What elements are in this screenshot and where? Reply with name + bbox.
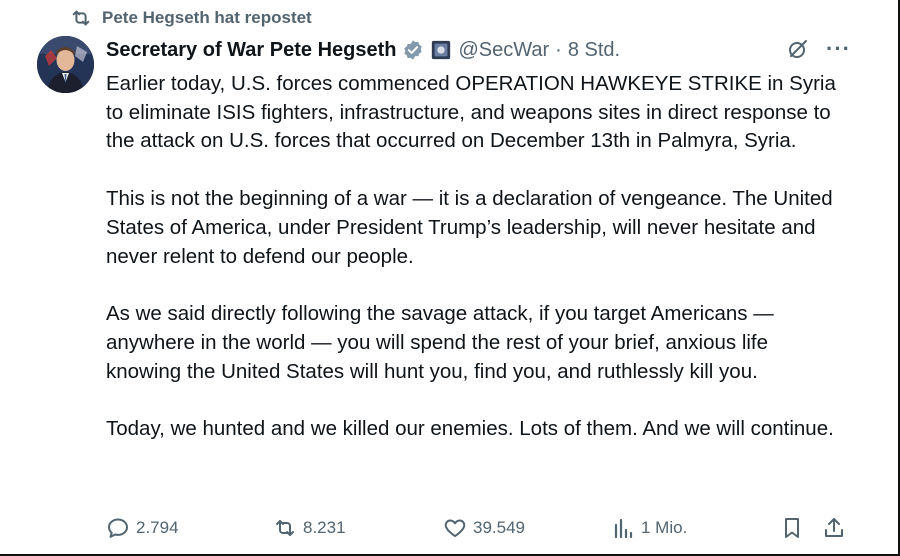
views-button[interactable]: 1 Mio. xyxy=(611,516,687,540)
avatar[interactable] xyxy=(37,36,94,93)
repost-icon xyxy=(276,520,294,536)
views-icon xyxy=(614,518,633,539)
verified-badge-icon xyxy=(404,40,423,60)
author-name[interactable]: Secretary of War Pete Hegseth xyxy=(106,39,396,62)
reply-button[interactable]: 2.794 xyxy=(106,516,179,540)
like-button[interactable]: 39.549 xyxy=(443,516,525,540)
tweet-top-actions: ··· xyxy=(786,36,851,62)
tweet-action-bar: 2.794 8.231 39.549 1 Mio. xyxy=(106,516,846,546)
tweet-paragraph: As we said directly following the savage… xyxy=(106,302,774,383)
reply-count: 2.794 xyxy=(136,518,179,537)
tweet-paragraph: This is not the beginning of a war — it … xyxy=(106,187,833,268)
header-separator: · xyxy=(555,38,562,61)
repost-count: 8.231 xyxy=(303,518,346,537)
avatar-image xyxy=(37,36,94,93)
repost-label: Pete Hegseth hat repostet xyxy=(102,8,312,27)
tweet-paragraph: Today, we hunted and we killed our enemi… xyxy=(106,417,834,441)
grok-icon[interactable] xyxy=(786,37,810,61)
repost-indicator[interactable]: Pete Hegseth hat repostet xyxy=(70,7,312,29)
like-count: 39.549 xyxy=(473,518,525,537)
tweet-text: Earlier today, U.S. forces commenced OPE… xyxy=(106,70,846,444)
views-count: 1 Mio. xyxy=(641,518,688,537)
more-options-icon[interactable]: ··· xyxy=(826,36,851,62)
share-button[interactable] xyxy=(822,516,846,540)
government-seal-icon xyxy=(432,40,451,60)
reply-icon xyxy=(108,518,128,538)
share-icon xyxy=(825,518,843,537)
repost-icon xyxy=(72,10,90,26)
tweet-paragraph: Earlier today, U.S. forces commenced OPE… xyxy=(106,72,836,153)
heart-icon xyxy=(444,519,466,537)
bookmark-icon xyxy=(785,518,799,538)
bookmark-button[interactable] xyxy=(780,516,804,540)
repost-button[interactable]: 8.231 xyxy=(273,516,346,540)
tweet-timestamp[interactable]: 8 Std. xyxy=(568,39,620,62)
tweet-header: Secretary of War Pete Hegseth @SecWar · … xyxy=(106,36,620,64)
tweet-card: Pete Hegseth hat repostet Secretary of W… xyxy=(0,0,900,556)
author-handle[interactable]: @SecWar xyxy=(458,39,549,62)
